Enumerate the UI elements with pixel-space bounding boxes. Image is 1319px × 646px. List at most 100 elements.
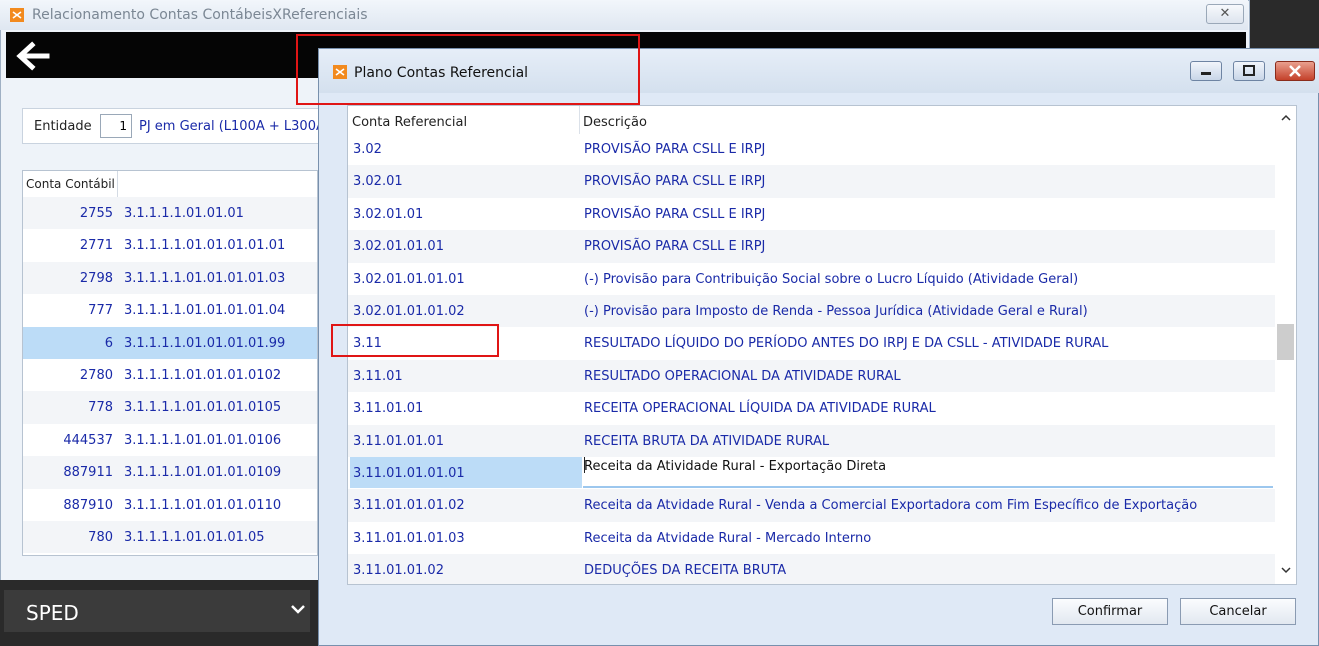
row-account-code: 3.1.1.1.1.01.01.01 xyxy=(124,206,244,221)
cell-descricao: RECEITA OPERACIONAL LÍQUIDA DA ATIVIDADE… xyxy=(584,401,936,417)
sped-menu-label: SPED xyxy=(26,601,79,625)
app-icon xyxy=(10,8,24,22)
table-row[interactable]: 777 3.1.1.1.1.01.01.01.01.04 xyxy=(23,294,317,326)
maximize-icon xyxy=(1243,65,1255,76)
table-row[interactable]: 2780 3.1.1.1.1.01.01.01.0102 xyxy=(23,359,317,391)
background-close-button[interactable]: ✕ xyxy=(1206,4,1244,24)
cell-descricao: RESULTADO OPERACIONAL DA ATIVIDADE RURAL xyxy=(584,368,901,384)
cell-conta-referencial: 3.11.01.01.02 xyxy=(353,563,444,579)
column-divider xyxy=(579,106,580,134)
cell-descricao: PROVISÃO PARA CSLL E IRPJ xyxy=(584,174,766,190)
cell-descricao: RESULTADO LÍQUIDO DO PERÍODO ANTES DO IR… xyxy=(584,336,1109,352)
table-row[interactable]: 6 3.1.1.1.1.01.01.01.01.99 xyxy=(23,326,317,359)
back-arrow-icon[interactable] xyxy=(14,40,50,72)
cell-conta-referencial: 3.11.01.01 xyxy=(353,401,424,417)
minimize-button[interactable] xyxy=(1190,61,1222,81)
table-row[interactable]: 3.02.01.01 PROVISÃO PARA CSLL E IRPJ xyxy=(348,198,1275,230)
cell-conta-referencial: 3.02.01.01 xyxy=(353,206,424,222)
cell-conta-referencial: 3.02 xyxy=(353,142,382,157)
background-titlebar: Relacionamento Contas ContábeisXReferenc… xyxy=(0,0,1248,30)
close-icon xyxy=(1289,65,1301,77)
entity-description: PJ em Geral (L100A + L300A c xyxy=(139,119,319,134)
scrollbar-thumb[interactable] xyxy=(1277,324,1294,360)
row-number: 777 xyxy=(88,303,113,319)
row-number: 887910 xyxy=(63,497,113,513)
table-row[interactable]: 3.02.01 PROVISÃO PARA CSLL E IRPJ xyxy=(348,165,1275,198)
row-number: 2780 xyxy=(79,368,113,383)
table-row[interactable]: 778 3.1.1.1.1.01.01.01.0105 xyxy=(23,391,317,424)
cell-conta-referencial: 3.02.01.01.01.01 xyxy=(353,271,465,287)
column-header-conta-contabil[interactable]: Conta Contábil xyxy=(26,177,115,191)
table-row[interactable]: 3.02 PROVISÃO PARA CSLL E IRPJ xyxy=(348,133,1275,165)
row-account-code: 3.1.1.1.1.01.01.01.01.03 xyxy=(124,270,286,286)
cell-descricao: Receita da Atividade Rural - Exportação … xyxy=(584,459,887,474)
cell-conta-referencial: 3.11.01 xyxy=(353,368,403,384)
table-row[interactable]: 2771 3.1.1.1.1.01.01.01.01.01 xyxy=(23,229,317,261)
table-row[interactable]: 3.11.01 RESULTADO OPERACIONAL DA ATIVIDAD… xyxy=(348,359,1275,393)
row-number: 778 xyxy=(88,400,113,416)
table-row[interactable]: 3.11.01.01.01.01 Receita da Atividade Rur… xyxy=(348,457,1275,489)
cell-conta-referencial: 3.11.01.01.01 xyxy=(353,433,444,449)
entity-field[interactable]: 1 xyxy=(100,114,132,138)
row-number: 2798 xyxy=(79,270,113,286)
row-account-code: 3.1.1.1.1.01.01.01.0106 xyxy=(124,432,282,448)
row-number: 444537 xyxy=(63,432,113,448)
background-window-title: Relacionamento Contas ContábeisXReferenc… xyxy=(32,7,368,23)
cell-conta-referencial: 3.02.01.01.01 xyxy=(353,239,444,255)
scroll-down-icon[interactable] xyxy=(1280,564,1292,576)
cell-conta-referencial: 3.11.01.01.01.03 xyxy=(353,530,465,546)
cell-descricao: (-) Provisão para Imposto de Renda - Pes… xyxy=(584,304,1088,319)
table-row[interactable]: 444537 3.1.1.1.1.01.01.01.0106 xyxy=(23,424,317,456)
table-row[interactable]: 780 3.1.1.1.1.01.01.01.05 xyxy=(23,521,317,554)
column-header-descricao[interactable]: Descrição xyxy=(583,115,647,130)
scroll-up-icon[interactable] xyxy=(1280,112,1292,124)
table-row[interactable]: 3.02.01.01.01.01 (-) Provisão para Contri… xyxy=(348,263,1275,295)
row-account-code: 3.1.1.1.1.01.01.01.0110 xyxy=(124,497,282,513)
cell-descricao: PROVISÃO PARA CSLL E IRPJ xyxy=(584,239,766,255)
table-row[interactable]: 3.11.01.01.01.02 Receita da Atvidade Rura… xyxy=(348,489,1275,522)
close-button[interactable] xyxy=(1275,61,1315,81)
cancel-button[interactable]: Cancelar xyxy=(1180,598,1296,625)
cell-descricao: (-) Provisão para Contribuição Social so… xyxy=(584,271,1079,287)
cell-descricao: Receita da Atvidade Rural - Venda a Come… xyxy=(584,498,1198,514)
row-account-code: 3.1.1.1.1.01.01.01.0102 xyxy=(124,368,282,383)
row-account-code: 3.1.1.1.1.01.01.01.01.01 xyxy=(124,238,286,254)
annotation-highlight-dialog-title xyxy=(296,34,640,105)
annotation-highlight-row-3-11 xyxy=(331,324,499,357)
row-account-code: 3.1.1.1.1.01.01.01.01.04 xyxy=(124,303,286,319)
row-account-code: 3.1.1.1.1.01.01.01.0105 xyxy=(124,400,282,416)
row-number: 887911 xyxy=(63,465,113,481)
row-account-code: 3.1.1.1.1.01.01.01.01.99 xyxy=(124,335,286,351)
table-row[interactable]: 3.02.01.01.01 PROVISÃO PARA CSLL E IRPJ xyxy=(348,230,1275,263)
row-account-code: 3.1.1.1.1.01.01.01.0109 xyxy=(124,465,282,481)
accounts-table: Conta Contábil 2755 3.1.1.1.1.01.01.01 277… xyxy=(22,170,318,556)
table-row[interactable]: 887910 3.1.1.1.1.01.01.01.0110 xyxy=(23,489,317,521)
column-header-conta-referencial[interactable]: Conta Referencial xyxy=(352,115,467,130)
entity-label: Entidade xyxy=(34,119,92,134)
row-number: 2771 xyxy=(79,238,113,254)
row-account-code: 3.1.1.1.1.01.01.01.05 xyxy=(124,530,265,545)
cell-descricao: Receita da Atvidade Rural - Mercado Inte… xyxy=(584,530,872,546)
table-row[interactable]: 2755 3.1.1.1.1.01.01.01 xyxy=(23,197,317,230)
chevron-down-icon[interactable] xyxy=(289,600,307,618)
table-row[interactable]: 3.02.01.01.01.02 (-) Provisão para Impost… xyxy=(348,295,1275,328)
cell-conta-referencial: 3.02.01 xyxy=(353,174,403,190)
table-row[interactable]: 2798 3.1.1.1.1.01.01.01.01.03 xyxy=(23,261,317,295)
table-row[interactable]: 3.11.01.01.01 RECEITA BRUTA DA ATIVIDADE … xyxy=(348,424,1275,457)
row-number: 2755 xyxy=(79,206,113,221)
cell-conta-referencial: 3.02.01.01.01.02 xyxy=(353,304,465,319)
table-row[interactable]: 887911 3.1.1.1.1.01.01.01.0109 xyxy=(23,456,317,489)
table-row[interactable]: 3.11.01.01.02 DEDUÇÕES DA RECEITA BRUTA xyxy=(348,554,1275,584)
row-number: 6 xyxy=(104,335,113,351)
cell-descricao: PROVISÃO PARA CSLL E IRPJ xyxy=(584,206,766,222)
grid-header: Conta Referencial Descrição xyxy=(348,106,1278,134)
confirm-button[interactable]: Confirmar xyxy=(1052,598,1168,625)
table-row[interactable]: 3.11.01.01.01.03 Receita da Atvidade Rura… xyxy=(348,522,1275,554)
table-row[interactable]: 3.11.01.01 RECEITA OPERACIONAL LÍQUIDA DA… xyxy=(348,392,1275,424)
maximize-button[interactable] xyxy=(1233,61,1265,81)
minimize-icon xyxy=(1201,72,1211,75)
column-divider xyxy=(117,171,118,197)
cell-conta-referencial: 3.11.01.01.01.02 xyxy=(353,498,465,514)
row-number: 780 xyxy=(88,530,113,545)
cell-conta-referencial: 3.11.01.01.01.01 xyxy=(353,466,465,481)
